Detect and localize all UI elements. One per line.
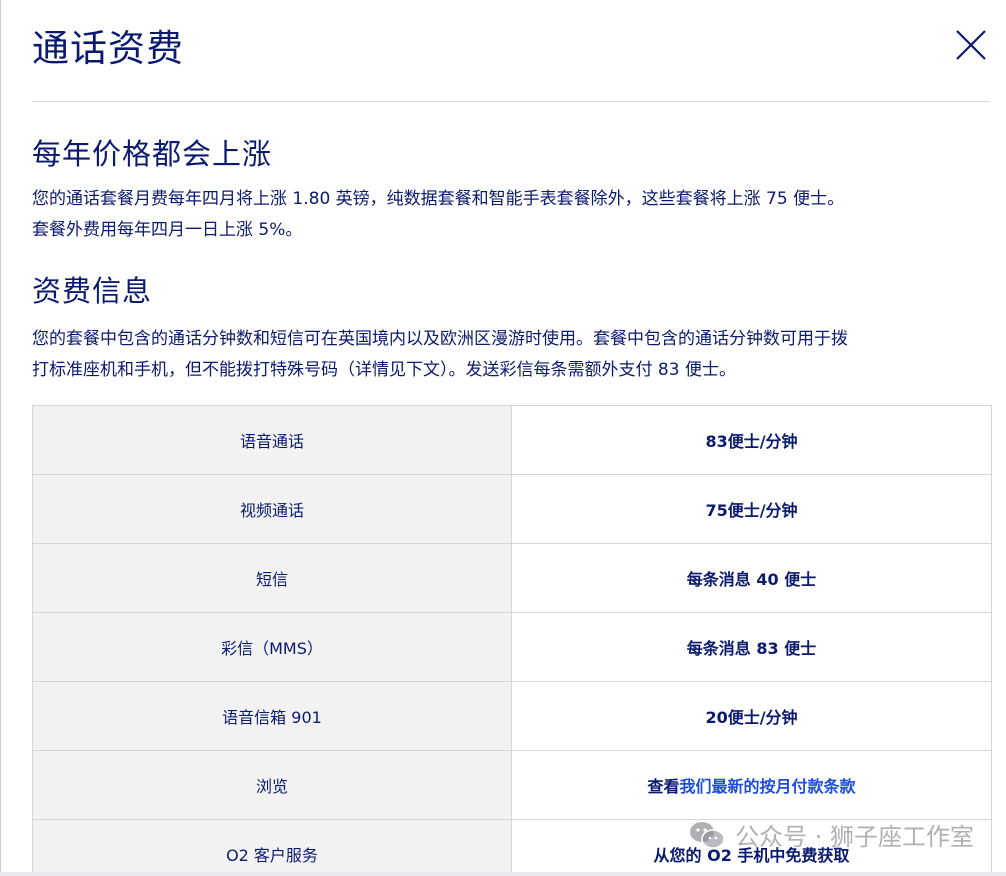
tariff-dialog: 通话资费 每年价格都会上涨 您的通话套餐月费每年四月将上涨 1.80 英镑，纯数… — [0, 0, 1006, 872]
dialog-content: 每年价格都会上涨 您的通话套餐月费每年四月将上涨 1.80 英镑，纯数据套餐和智… — [32, 101, 992, 872]
rate-value: 每条消息 83 便士 — [511, 612, 992, 682]
rate-label: 浏览 — [32, 750, 512, 820]
price-increase-heading: 每年价格都会上涨 — [32, 137, 273, 171]
rate-value: 83便士/分钟 — [511, 405, 992, 475]
price-increase-line-1: 您的通话套餐月费每年四月将上涨 1.80 英镑，纯数据套餐和智能手表套餐除外，这… — [32, 189, 845, 209]
payment-terms-link[interactable]: 我们最新的按月付款条款 — [680, 777, 856, 796]
table-row: 彩信（MMS） 每条消息 83 便士 — [32, 612, 992, 682]
dialog-title: 通话资费 — [32, 27, 184, 70]
rate-label: 彩信（MMS） — [32, 612, 512, 682]
rate-value: 查看我们最新的按月付款条款 — [511, 750, 992, 820]
table-row: 语音通话 83便士/分钟 — [32, 405, 992, 475]
rate-value: 从您的 O2 手机中免费获取 — [511, 819, 992, 872]
table-row: 短信 每条消息 40 便士 — [32, 543, 992, 613]
rate-label: 语音信箱 901 — [32, 681, 512, 751]
table-row: 浏览 查看我们最新的按月付款条款 — [32, 750, 992, 820]
rate-value: 20便士/分钟 — [511, 681, 992, 751]
price-increase-line-2: 套餐外费用每年四月一日上涨 5%。 — [32, 220, 303, 240]
dialog-header: 通话资费 — [32, 0, 990, 102]
price-increase-paragraph: 您的通话套餐月费每年四月将上涨 1.80 英镑，纯数据套餐和智能手表套餐除外，这… — [32, 184, 992, 246]
rate-label: 视频通话 — [32, 474, 512, 544]
rate-label: 语音通话 — [32, 405, 512, 475]
rate-value-prefix: 查看 — [647, 777, 680, 796]
tariff-info-line-2: 打标准座机和手机，但不能拨打特殊号码（详情见下文）。发送彩信每条需额外支付 83… — [32, 360, 736, 380]
rate-value: 75便士/分钟 — [511, 474, 992, 544]
tariff-info-paragraph: 您的套餐中包含的通话分钟数和短信可在英国境内以及欧洲区漫游时使用。套餐中包含的通… — [32, 324, 992, 386]
close-button[interactable] — [952, 26, 990, 64]
table-row: 语音信箱 901 20便士/分钟 — [32, 681, 992, 751]
tariff-info-heading: 资费信息 — [32, 274, 153, 308]
rate-value: 每条消息 40 便士 — [511, 543, 992, 613]
table-row: 视频通话 75便士/分钟 — [32, 474, 992, 544]
close-icon — [956, 30, 986, 60]
rate-label: 短信 — [32, 543, 512, 613]
rates-table: 语音通话 83便士/分钟 视频通话 75便士/分钟 短信 每条消息 40 便士 … — [32, 405, 992, 872]
table-row: O2 客户服务 从您的 O2 手机中免费获取 — [32, 819, 992, 872]
tariff-info-line-1: 您的套餐中包含的通话分钟数和短信可在英国境内以及欧洲区漫游时使用。套餐中包含的通… — [32, 329, 848, 349]
rate-label: O2 客户服务 — [32, 819, 512, 872]
